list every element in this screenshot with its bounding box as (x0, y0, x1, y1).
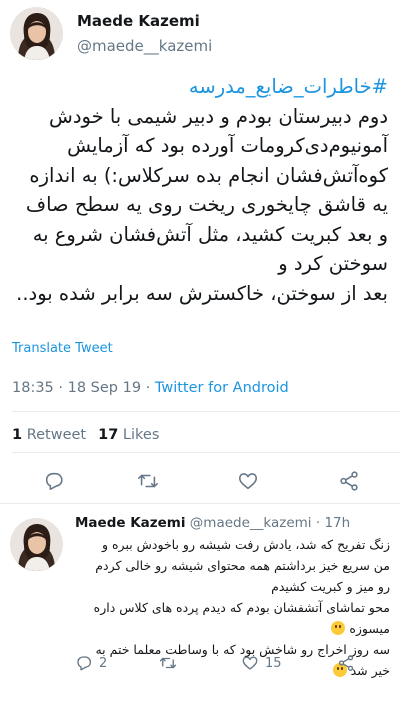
like-label: Likes (122, 427, 160, 443)
like-count: 17 (98, 427, 119, 443)
author-handle[interactable]: @maede__kazemi (190, 515, 312, 531)
author-name[interactable]: Maede Kazemi (77, 12, 200, 30)
tweet-text: #خاطرات_ضایع_مدرسه دوم دبیرستان بودم و د… (12, 72, 388, 308)
avatar[interactable] (10, 7, 63, 60)
main-tweet: Maede Kazemi @maede__kazemi #خاطرات_ضایع… (0, 0, 400, 491)
reply-count: 2 (99, 655, 108, 671)
tweet-line: آمونیوم‌دی‌کرومات آورده بود که آزمایش (67, 134, 388, 157)
like-icon (242, 656, 258, 670)
divider (12, 452, 400, 453)
reply-button[interactable]: 2 (75, 652, 107, 674)
share-icon[interactable] (338, 470, 360, 492)
tweet-stats: 1 Retweet 17 Likes (12, 427, 159, 443)
worried-face-emoji-icon (331, 621, 346, 635)
tweet-line: و بعد کبریت کشید، مثل آتش‌فشان شروع به (32, 222, 388, 246)
reply-actions: 2 15 (75, 652, 390, 676)
retweet-icon (159, 657, 177, 669)
like-button[interactable]: 15 (241, 652, 282, 674)
hashtag-link[interactable]: #خاطرات_ضایع_مدرسه (12, 72, 388, 102)
divider (0, 503, 400, 504)
retweet-count: 1 (12, 427, 23, 443)
retweet-button[interactable] (159, 652, 183, 674)
meta-separator: · (315, 515, 321, 531)
client-link[interactable]: Twitter for Android (155, 380, 289, 396)
tweet-line: سوختن کرد و (278, 252, 388, 275)
tweet-time: 18:35 (12, 380, 54, 396)
retweet-label: Retweet (26, 427, 87, 443)
reply-line: میسوزه (349, 621, 390, 636)
translate-tweet-link[interactable]: Translate Tweet (12, 341, 113, 356)
retweets-stat[interactable]: 1 Retweet (12, 427, 86, 443)
tweet-line: کوه‌آتش‌فشان انجام بده سرکلاس:) به انداز… (29, 163, 388, 187)
share-button[interactable] (337, 652, 361, 674)
reply-header: Maede Kazemi @maede__kazemi · 17h (75, 515, 350, 531)
divider (12, 411, 400, 412)
reply-line: محو تماشای آتشفشان بودم که دیدم پرده های… (93, 600, 390, 615)
reply-line: زنگ تفریح که شد، یادش رفت شیشه رو باخودش… (101, 537, 390, 552)
tweet-actions (0, 462, 400, 498)
author-handle[interactable]: @maede__kazemi (77, 37, 212, 55)
like-count: 15 (265, 655, 282, 671)
reply-line: من سریع خیز برداشتم همه محتوای شیشه رو خ… (95, 558, 390, 573)
meta-separator: · (145, 380, 151, 396)
tweet-meta: 18:35 · 18 Sep 19 · Twitter for Android (12, 380, 289, 396)
retweet-icon[interactable] (137, 470, 159, 492)
reply-line: رو میز و کبریت کشیدم (271, 579, 390, 594)
meta-separator: · (58, 380, 64, 396)
like-icon[interactable] (237, 470, 259, 492)
tweet-line: بعد از سوختن، خاکسترش سه برابر شده بود.. (16, 281, 388, 305)
share-icon (338, 655, 354, 671)
reply-icon[interactable] (43, 470, 65, 492)
tweet-line: دوم دبیرستان بودم و دبیر شیمی با خودش (49, 104, 388, 128)
tweet-date: 18 Sep 19 (67, 380, 142, 396)
author-name[interactable]: Maede Kazemi (75, 515, 186, 531)
reply-icon (77, 656, 92, 671)
avatar[interactable] (10, 518, 63, 571)
tweet-time[interactable]: 17h (324, 515, 350, 531)
reply-line-with-emoji: میسوزه (75, 618, 390, 639)
tweet-line: یه قاشق چایخوری ریخت روی یه سطح صاف (25, 193, 388, 216)
likes-stat[interactable]: 17 Likes (98, 427, 159, 443)
